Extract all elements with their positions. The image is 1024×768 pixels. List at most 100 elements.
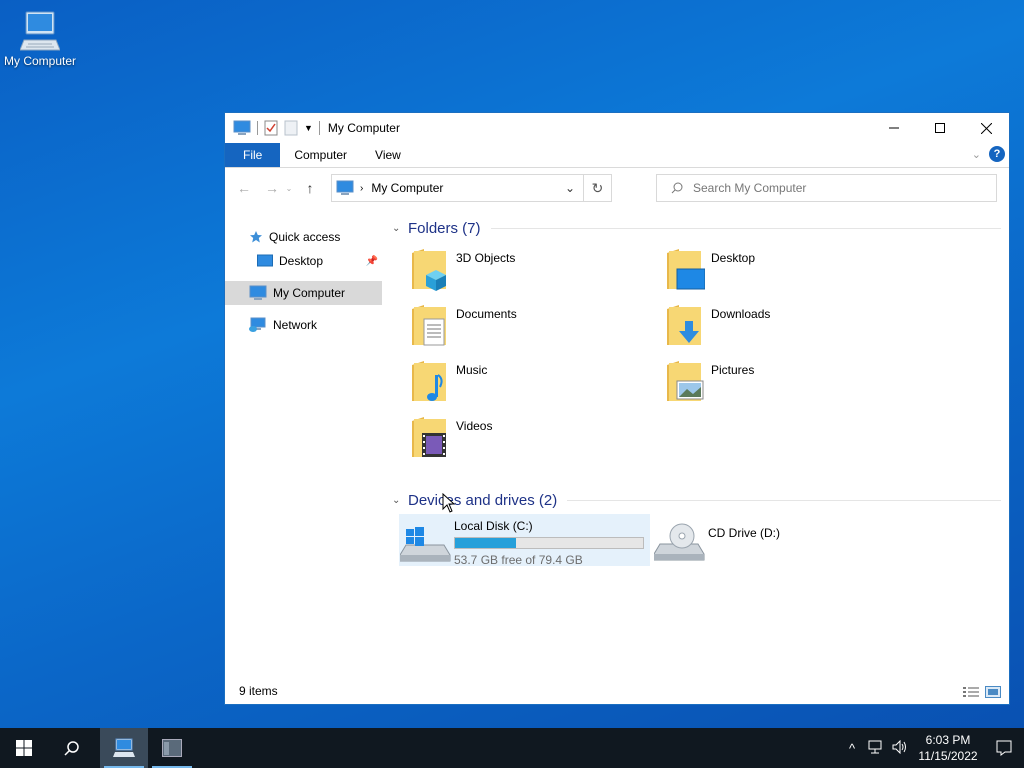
volume-icon[interactable] <box>888 739 912 757</box>
folder-item-downloads[interactable]: Downloads <box>665 303 905 353</box>
address-bar[interactable]: › My Computer ⌄ ↻ <box>331 174 612 202</box>
drive-item-local-disk-c[interactable]: Local Disk (C:) 53.7 GB free of 79.4 GB <box>399 514 650 567</box>
windows-logo-icon <box>16 740 32 756</box>
computer-icon <box>249 285 267 300</box>
pictures-folder-icon <box>667 361 704 401</box>
up-arrow-icon: ↑ <box>306 180 314 196</box>
computer-icon <box>113 738 135 757</box>
sidebar-item-network[interactable]: Network <box>225 313 382 337</box>
group-header-label: Devices and drives (2) <box>408 491 558 509</box>
breadcrumb-separator-icon[interactable]: › <box>360 183 363 194</box>
network-status-icon[interactable] <box>864 740 888 757</box>
title-bar[interactable]: ▼ My Computer <box>225 113 1009 143</box>
group-header-drives[interactable]: ⌄ Devices and drives (2) <box>390 489 1001 511</box>
new-folder-icon[interactable] <box>284 120 298 136</box>
desktop-icon-label: My Computer <box>3 54 77 68</box>
folder-name: Documents <box>456 307 517 321</box>
folder-item-music[interactable]: Music <box>410 359 650 409</box>
details-view-icon[interactable] <box>963 686 979 698</box>
taskbar-file-explorer[interactable] <box>100 728 148 768</box>
maximize-icon <box>935 123 945 133</box>
properties-icon[interactable] <box>264 120 278 136</box>
taskbar: ^ 6:03 PM 11/15/2022 <box>0 728 1024 768</box>
navigation-bar: ← → ⌄ ↑ › My Computer ⌄ ↻ Search My Comp… <box>225 168 1009 208</box>
drive-name: CD Drive (D:) <box>708 526 780 540</box>
search-icon <box>64 741 79 756</box>
notification-center-button[interactable] <box>984 740 1024 756</box>
folder-item-documents[interactable]: Documents <box>410 303 650 353</box>
start-button[interactable] <box>0 728 48 768</box>
up-button[interactable]: ↑ <box>299 180 321 196</box>
folder-name: Desktop <box>711 251 756 265</box>
close-icon <box>980 122 992 134</box>
drive-item-cd-drive-d[interactable]: CD Drive (D:) <box>654 514 894 566</box>
group-header-label: Folders (7) <box>408 219 481 237</box>
breadcrumb-my-computer[interactable]: My Computer <box>371 181 443 195</box>
recent-locations-button[interactable]: ⌄ <box>283 184 295 193</box>
folder-item-3d-objects[interactable]: 3D Objects <box>410 247 650 297</box>
tab-computer[interactable]: Computer <box>280 143 361 167</box>
collapse-chevron-icon[interactable]: ⌄ <box>392 495 408 506</box>
group-divider <box>490 227 1001 229</box>
folder-name: 3D Objects <box>456 251 516 265</box>
group-divider <box>567 499 1001 501</box>
large-icons-view-icon[interactable] <box>985 686 1001 698</box>
sidebar-item-my-computer[interactable]: My Computer <box>225 281 382 305</box>
drives-grid: Local Disk (C:) 53.7 GB free of 79.4 GB … <box>390 511 1001 571</box>
taskbar-search-button[interactable] <box>48 728 96 768</box>
sidebar-item-desktop[interactable]: Desktop 📌 <box>225 249 382 273</box>
documents-folder-icon <box>412 305 446 346</box>
clock-date: 11/15/2022 <box>918 749 978 763</box>
explorer-window: ▼ My Computer File Computer View ⌄ ? ← →… <box>224 112 1010 705</box>
forward-button[interactable]: → <box>261 180 283 196</box>
minimize-icon <box>889 127 899 129</box>
minimize-button[interactable] <box>871 113 917 143</box>
star-icon <box>250 231 262 243</box>
sidebar-item-label: Desktop <box>279 254 324 268</box>
tab-view[interactable]: View <box>361 143 415 167</box>
folder-name: Pictures <box>711 363 755 377</box>
folder-item-desktop[interactable]: Desktop <box>665 247 905 297</box>
close-button[interactable] <box>963 113 1009 143</box>
search-box[interactable]: Search My Computer <box>656 174 997 202</box>
clock[interactable]: 6:03 PM 11/15/2022 <box>912 732 984 764</box>
cd-drive-icon <box>654 523 705 561</box>
music-folder-icon <box>412 361 446 401</box>
desktop-icon-my-computer[interactable]: My Computer <box>0 8 80 78</box>
taskbar-app-window[interactable] <box>148 728 196 768</box>
system-tray: ^ 6:03 PM 11/15/2022 <box>840 728 1024 768</box>
group-header-folders[interactable]: ⌄ Folders (7) <box>390 217 1001 239</box>
sidebar-item-quick-access[interactable]: Quick access <box>225 225 382 249</box>
computer-icon <box>336 180 354 195</box>
sidebar-item-label: My Computer <box>273 286 346 300</box>
notification-icon <box>996 740 1012 756</box>
folder-name: Downloads <box>711 307 771 321</box>
refresh-button[interactable]: ↻ <box>583 175 611 201</box>
desktop-folder-icon <box>257 254 273 267</box>
back-button[interactable]: ← <box>233 180 255 196</box>
folder-item-pictures[interactable]: Pictures <box>665 359 905 409</box>
expand-ribbon-icon[interactable]: ⌄ <box>972 148 981 161</box>
folder-item-videos[interactable]: Videos <box>410 415 650 465</box>
toolbar-separator <box>257 121 258 135</box>
pin-icon[interactable]: 📌 <box>366 256 378 267</box>
show-hidden-icons-icon[interactable]: ^ <box>840 741 864 756</box>
application-window-icon <box>162 739 182 757</box>
customize-toolbar-dropdown-icon[interactable]: ▼ <box>304 123 313 133</box>
folder-name: Videos <box>456 419 493 433</box>
tab-file[interactable]: File <box>225 143 281 167</box>
collapse-chevron-icon[interactable]: ⌄ <box>392 223 408 234</box>
maximize-button[interactable] <box>917 113 963 143</box>
speaker-icon <box>892 739 906 754</box>
system-drive-icon <box>400 527 451 562</box>
address-dropdown-icon[interactable]: ⌄ <box>565 181 575 195</box>
folder-name: Music <box>456 363 488 377</box>
clock-time: 6:03 PM <box>925 733 971 747</box>
computer-icon <box>233 120 251 135</box>
help-icon[interactable]: ? <box>989 146 1005 162</box>
drive-name: Local Disk (C:) <box>454 519 533 533</box>
mouse-cursor-icon <box>442 493 456 513</box>
desktop-folder-icon <box>667 249 705 290</box>
videos-folder-icon <box>412 417 446 457</box>
3d-objects-folder-icon <box>412 249 446 291</box>
